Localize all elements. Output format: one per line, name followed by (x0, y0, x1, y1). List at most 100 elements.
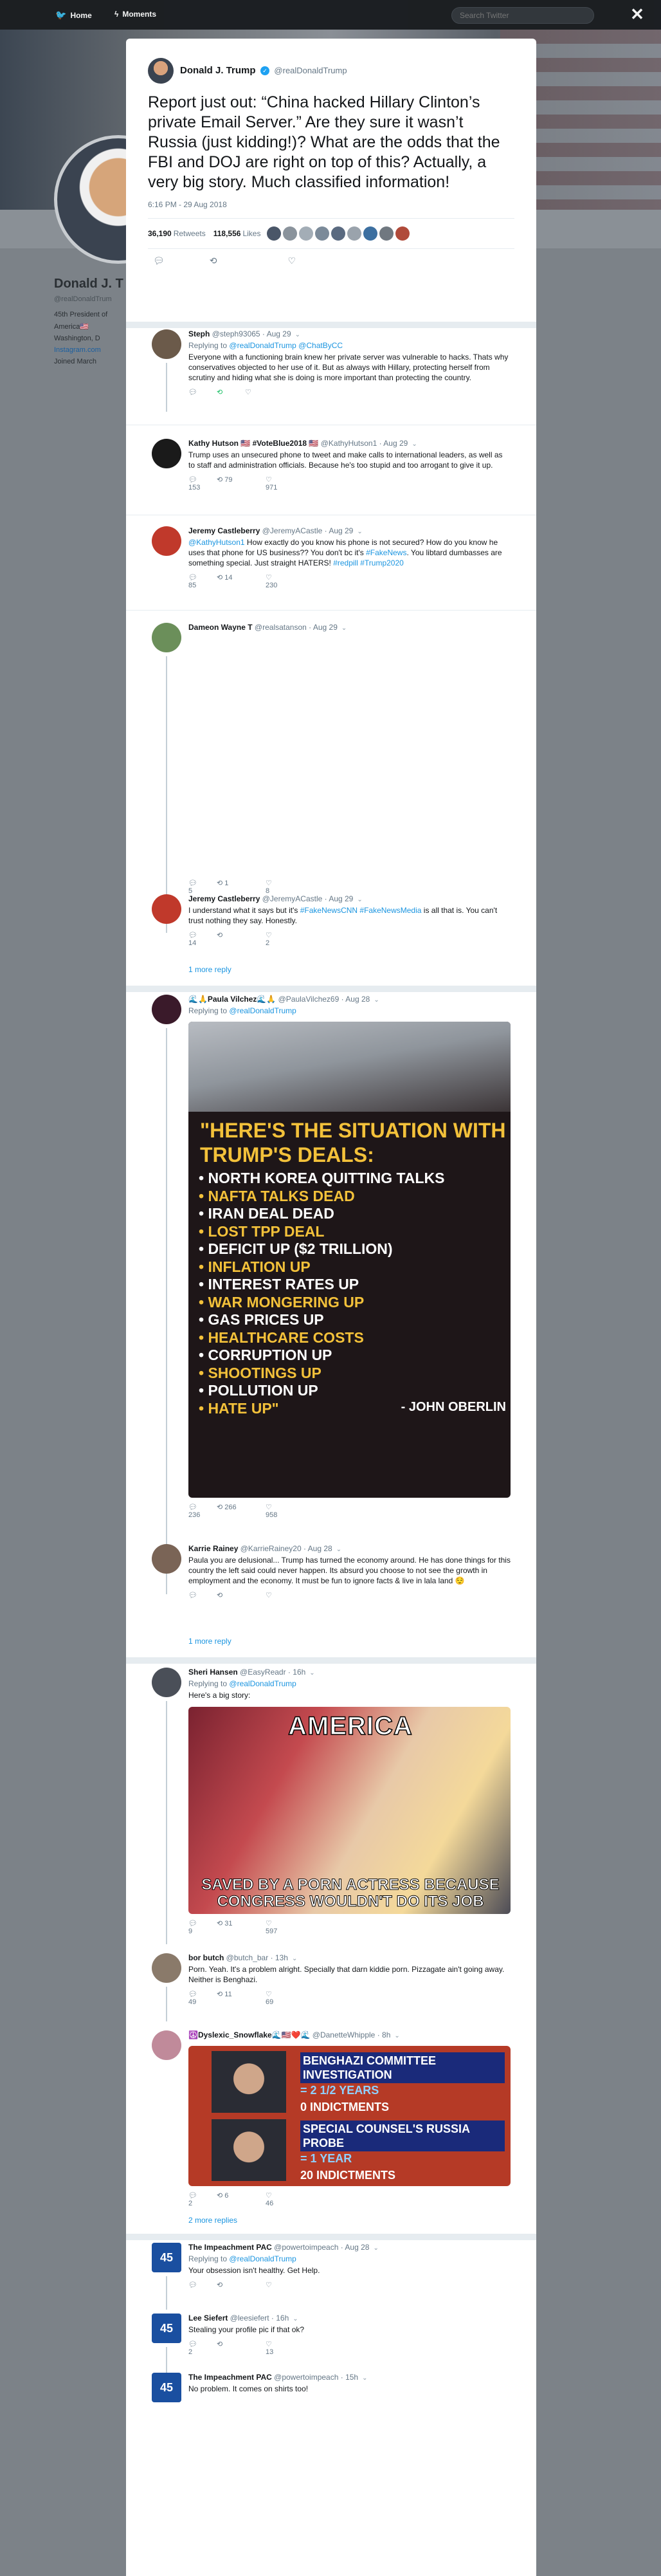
liker-avatar[interactable] (331, 226, 346, 241)
reply-date[interactable]: Aug 29 (383, 439, 408, 448)
reply-handle[interactable]: @steph93065 (212, 329, 260, 338)
reply-author[interactable]: Steph (188, 329, 210, 338)
reply-date[interactable]: Aug 28 (308, 1544, 332, 1553)
reply-icon[interactable]: 💬︎ (153, 255, 165, 272)
chevron-down-icon[interactable]: ⌄ (309, 1670, 314, 1677)
avatar[interactable] (152, 623, 181, 652)
reply-author[interactable]: ☮️Dyslexic_Snowflake🌊🇺🇸❤️🌊 (188, 2030, 310, 2039)
retweet-icon[interactable]: ⟲ 31 (217, 1919, 266, 1935)
retweet-icon[interactable]: ⟲ 11 (217, 1990, 266, 2006)
reply-icon[interactable]: 💬︎ 236 (188, 1503, 217, 1519)
reply-handle[interactable]: @KathyHutson1 (321, 439, 377, 448)
reply-handle[interactable]: @JeremyACastle (262, 894, 323, 903)
reply-icon[interactable]: 💬︎ 2 (188, 2340, 217, 2356)
like-icon[interactable]: ♡ (245, 388, 273, 396)
retweet-icon[interactable]: ⟲ (210, 255, 217, 272)
avatar[interactable] (152, 1668, 181, 1697)
reply-handle[interactable]: @butch_bar (226, 1953, 269, 1962)
tweet-timestamp[interactable]: 6:16 PM - 29 Aug 2018 (148, 200, 514, 209)
liker-avatar[interactable] (267, 226, 282, 241)
retweet-icon[interactable]: ⟲ 14 (217, 573, 266, 589)
reply-icon[interactable]: 💬︎ 153 (188, 475, 217, 492)
attached-image[interactable]: BENGHAZI COMMITTEE INVESTIGATION = 2 1/2… (188, 2046, 511, 2186)
liker-avatar[interactable] (363, 226, 378, 241)
attached-image[interactable]: "HERE'S THE SITUATION WITH TRUMP'S DEALS… (188, 1022, 511, 1498)
avatar[interactable] (152, 439, 181, 468)
reply-date[interactable]: 16h (276, 2314, 289, 2323)
reply-date[interactable]: Aug 29 (329, 526, 353, 535)
like-icon[interactable]: ♡ 971 (266, 475, 294, 492)
reply-date[interactable]: Aug 28 (345, 2243, 369, 2252)
more-replies-link[interactable]: 1 more reply (188, 1637, 231, 1646)
more-replies-link[interactable]: 1 more reply (188, 965, 231, 974)
chevron-down-icon[interactable]: ⌄ (357, 896, 362, 903)
reply-date[interactable]: Aug 29 (313, 623, 338, 632)
avatar-45[interactable]: 45 (152, 2314, 181, 2343)
reply-date[interactable]: Aug 28 (345, 995, 370, 1004)
reply-date[interactable]: 16h (293, 1668, 305, 1677)
replying-to-link[interactable]: @realDonaldTrump (229, 1679, 296, 1688)
reply-author[interactable]: 🌊🙏Paula Vilchez🌊🙏 (188, 995, 276, 1004)
author-name[interactable]: Donald J. Trump (180, 65, 256, 76)
avatar-45[interactable]: 45 (152, 2243, 181, 2272)
avatar[interactable] (152, 894, 181, 924)
retweet-icon[interactable]: ⟲ 1 (217, 879, 266, 895)
replying-to-link[interactable]: @realDonaldTrump @ChatByCC (229, 341, 343, 350)
reply-icon[interactable]: 💬︎ 14 (188, 931, 217, 947)
avatar[interactable] (152, 2030, 181, 2060)
chevron-down-icon[interactable]: ⌄ (341, 625, 347, 632)
retweet-icon[interactable]: ⟲ 79 (217, 475, 266, 492)
reply-author[interactable]: The Impeachment PAC (188, 2373, 272, 2382)
liker-avatar[interactable] (299, 226, 314, 241)
author-handle[interactable]: @realDonaldTrump (274, 66, 347, 75)
mention-link[interactable]: @KathyHutson1 (188, 538, 245, 547)
chevron-down-icon[interactable]: ⌄ (336, 1546, 341, 1553)
reply-date[interactable]: 15h (345, 2373, 358, 2382)
profile-link[interactable]: Instagram.com (54, 346, 125, 354)
avatar[interactable] (152, 1544, 181, 1574)
reply-author[interactable]: Jeremy Castleberry (188, 526, 260, 535)
close-icon[interactable]: ✕ (629, 6, 646, 23)
hashtag-link[interactable]: #redpill #Trump2020 (333, 558, 404, 567)
reply-icon[interactable]: 💬︎ 2 (188, 2191, 217, 2207)
chevron-down-icon[interactable]: ⌄ (362, 2375, 367, 2382)
reply-icon[interactable]: 💬︎ (188, 388, 217, 396)
liker-avatar[interactable] (395, 226, 410, 241)
reply-handle[interactable]: @DanetteWhipple (312, 2030, 376, 2039)
chevron-down-icon[interactable]: ⌄ (374, 997, 379, 1004)
reply-handle[interactable]: @PaulaVilchez69 (278, 995, 340, 1004)
like-icon[interactable]: ♡ 69 (266, 1990, 294, 2006)
liker-avatar[interactable] (283, 226, 298, 241)
chevron-down-icon[interactable]: ⌄ (295, 331, 300, 338)
retweet-icon[interactable]: ⟲ (217, 388, 245, 396)
like-icon[interactable]: ♡ 2 (266, 931, 294, 947)
reply-icon[interactable]: 💬︎ (188, 1591, 217, 1599)
avatar-45[interactable]: 45 (152, 2373, 181, 2402)
replying-to-link[interactable]: @realDonaldTrump (229, 2254, 296, 2263)
america-meme-image[interactable]: AMERICA SAVED BY A PORN ACTRESS BECAUSE … (188, 1707, 511, 1914)
reply-handle[interactable]: @realsatanson (255, 623, 307, 632)
indictments-comparison-image[interactable]: BENGHAZI COMMITTEE INVESTIGATION = 2 1/2… (188, 2046, 511, 2186)
like-icon[interactable]: ♡ (266, 1591, 294, 1599)
liker-avatar[interactable] (347, 226, 362, 241)
reply-handle[interactable]: @powertoimpeach (274, 2243, 338, 2252)
reply-author[interactable]: Sheri Hansen (188, 1668, 238, 1677)
retweet-icon[interactable]: ⟲ (217, 2281, 266, 2289)
reply-handle[interactable]: @KarrieRainey20 (240, 1544, 302, 1553)
retweet-count[interactable]: 36,190 (148, 229, 172, 238)
retweet-icon[interactable]: ⟲ 6 (217, 2191, 266, 2207)
search-input[interactable] (451, 7, 594, 24)
hashtag-link[interactable]: #FakeNewsCNN #FakeNewsMedia (300, 906, 422, 915)
like-icon[interactable]: ♡ 46 (266, 2191, 294, 2207)
avatar[interactable] (152, 526, 181, 556)
chevron-down-icon[interactable]: ⌄ (292, 1955, 297, 1962)
chevron-down-icon[interactable]: ⌄ (293, 2315, 298, 2323)
moments-link[interactable]: ϟ Moments (114, 10, 156, 19)
liker-avatar[interactable] (379, 226, 394, 241)
chevron-down-icon[interactable]: ⌄ (373, 2245, 378, 2252)
author-avatar[interactable] (148, 58, 174, 84)
retweet-icon[interactable]: ⟲ (217, 931, 266, 947)
like-icon[interactable]: ♡ (266, 2281, 294, 2289)
like-icon[interactable]: ♡ (288, 255, 296, 272)
avatar[interactable] (152, 995, 181, 1024)
